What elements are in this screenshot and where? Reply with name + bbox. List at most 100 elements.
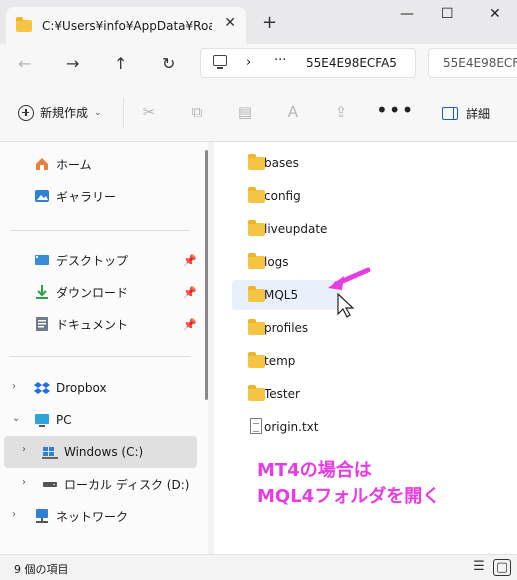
pin-icon[interactable]: 📌 [183, 254, 197, 267]
sidebar-item-network[interactable]: ネットワーク [34, 502, 128, 530]
breadcrumb[interactable]: 55E4E98ECFA5 [306, 56, 396, 70]
refresh-icon[interactable]: ↻ [162, 54, 175, 73]
cut-icon[interactable]: ✂ [140, 103, 158, 121]
navigation-pane: ホーム ギャラリー デスクトップ 📌 ダウンロード 📌 ドキュメント 📌 › D… [0, 142, 208, 554]
file-name: origin.txt [264, 420, 319, 434]
details-view-icon[interactable]: ☰ [470, 559, 488, 576]
sidebar-item-label: ローカル ディスク (D:) [64, 477, 190, 492]
chevron-right-icon[interactable]: › [12, 509, 16, 520]
chevron-down-icon[interactable]: ⌄ [12, 413, 20, 424]
search-input[interactable]: 55E4E98ECFA5 [428, 48, 517, 78]
minimize-button[interactable]: — [400, 6, 414, 22]
dropbox-icon [34, 380, 50, 396]
sidebar-item-label: Dropbox [56, 381, 107, 395]
sidebar-item-dropbox[interactable]: Dropbox [34, 374, 107, 402]
folder-icon [248, 187, 265, 203]
sidebar-item-desktop[interactable]: デスクトップ [34, 246, 128, 274]
annotation-line-2: MQL4フォルダを開く [257, 486, 441, 507]
details-pane-icon [442, 107, 458, 120]
folder-icon [248, 352, 265, 368]
folder-icon [248, 319, 265, 335]
sidebar-item-pc[interactable]: PC [34, 406, 72, 434]
new-button[interactable]: 新規作成 ⌄ [18, 104, 102, 121]
file-name: bases [264, 156, 299, 170]
file-name: config [264, 189, 301, 203]
list-item[interactable]: config [232, 181, 352, 211]
copy-icon[interactable]: ⧉ [188, 103, 206, 121]
new-tab-button[interactable]: + [262, 12, 277, 33]
forward-arrow-icon[interactable]: → [66, 54, 79, 73]
sidebar-item-windows-c[interactable]: › Windows (C:) [4, 436, 197, 468]
desktop-icon [34, 252, 50, 268]
list-item[interactable]: temp [232, 346, 352, 376]
list-item[interactable]: Tester [232, 379, 352, 409]
local-disk-icon [42, 476, 58, 492]
tab-close-icon[interactable]: ✕ [224, 15, 236, 31]
sidebar-divider [10, 230, 190, 231]
sidebar-divider [10, 356, 190, 357]
text-file-icon [250, 418, 262, 434]
pc-icon [34, 412, 50, 428]
file-name: liveupdate [264, 222, 328, 236]
details-button[interactable]: 詳細 [442, 105, 490, 122]
chevron-right-icon[interactable]: › [22, 477, 26, 488]
chevron-down-icon: ⌄ [94, 107, 102, 118]
annotation-line-1: MT4の場合は [257, 460, 372, 481]
sidebar-item-label: ドキュメント [56, 317, 129, 332]
file-name: MQL5 [264, 288, 299, 302]
documents-icon [34, 316, 50, 332]
pin-icon[interactable]: 📌 [183, 318, 197, 331]
sidebar-item-downloads[interactable]: ダウンロード [34, 278, 128, 306]
back-arrow-icon[interactable]: ← [18, 54, 31, 73]
file-name: temp [264, 354, 296, 368]
chevron-right-icon[interactable]: › [12, 381, 16, 392]
annotation-text: MT4の場合は MQL4フォルダを開く [257, 458, 440, 510]
computer-icon [213, 55, 227, 69]
maximize-button[interactable]: ☐ [441, 6, 454, 22]
close-button[interactable]: ✕ [489, 6, 501, 22]
download-icon [34, 284, 50, 300]
sidebar-item-label: ホーム [56, 157, 92, 172]
folder-icon [16, 16, 32, 32]
status-bar: 9 個の項目 ☰ ▢ [0, 554, 517, 580]
hidden-path-icon[interactable]: ··· [274, 53, 286, 68]
share-icon[interactable]: ⇪ [332, 103, 350, 121]
sidebar-item-documents[interactable]: ドキュメント [34, 310, 128, 338]
file-name: profiles [264, 321, 309, 335]
sidebar-item-local-disk-d[interactable]: › ローカル ディスク (D:) [4, 470, 197, 498]
list-item[interactable]: liveupdate [232, 214, 352, 244]
folder-icon [248, 154, 265, 170]
pin-icon[interactable]: 📌 [183, 286, 197, 299]
sidebar-item-label: ダウンロード [56, 285, 129, 300]
sidebar-item-home[interactable]: ホーム [34, 150, 92, 178]
item-count: 9 個の項目 [14, 563, 69, 576]
sidebar-item-gallery[interactable]: ギャラリー [34, 182, 116, 210]
sidebar-item-label: ネットワーク [56, 509, 129, 524]
title-bar: C:¥Users¥info¥AppData¥Roaming¥MetaQuotes… [0, 0, 517, 44]
command-bar: 新規作成 ⌄ ✂ ⧉ ▤ Ａ ⇪ ••• 詳細 [0, 84, 517, 142]
toolbar-divider [123, 98, 124, 128]
tab-title: C:¥Users¥info¥AppData¥Roaming¥MetaQuotes [42, 18, 212, 33]
paste-icon[interactable]: ▤ [236, 103, 254, 121]
large-icons-view-icon[interactable]: ▢ [493, 559, 511, 576]
list-item[interactable]: bases [232, 148, 352, 178]
chevron-right-icon[interactable]: › [246, 55, 251, 70]
file-name: logs [264, 255, 289, 269]
sidebar-scrollbar[interactable] [205, 150, 208, 400]
new-button-label: 新規作成 [40, 106, 89, 120]
more-options-button[interactable]: ••• [376, 98, 414, 122]
list-item[interactable]: origin.txt [232, 412, 352, 442]
navigation-bar: ← → ↑ ↻ › ··· 55E4E98ECFA5 55E4E98ECFA5 [0, 44, 517, 84]
folder-icon [248, 385, 265, 401]
details-label: 詳細 [466, 107, 491, 121]
folder-icon [248, 220, 265, 236]
folder-icon [248, 253, 265, 269]
chevron-right-icon[interactable]: › [22, 444, 26, 455]
rename-icon[interactable]: Ａ [284, 103, 302, 121]
folder-tab[interactable]: C:¥Users¥info¥AppData¥Roaming¥MetaQuotes… [6, 7, 246, 44]
sidebar-item-label: ギャラリー [56, 189, 117, 204]
annotation-arrow-icon [328, 267, 371, 318]
up-arrow-icon[interactable]: ↑ [114, 54, 127, 73]
sidebar-item-label: デスクトップ [56, 253, 129, 268]
address-bar[interactable]: › ··· 55E4E98ECFA5 [200, 48, 416, 78]
